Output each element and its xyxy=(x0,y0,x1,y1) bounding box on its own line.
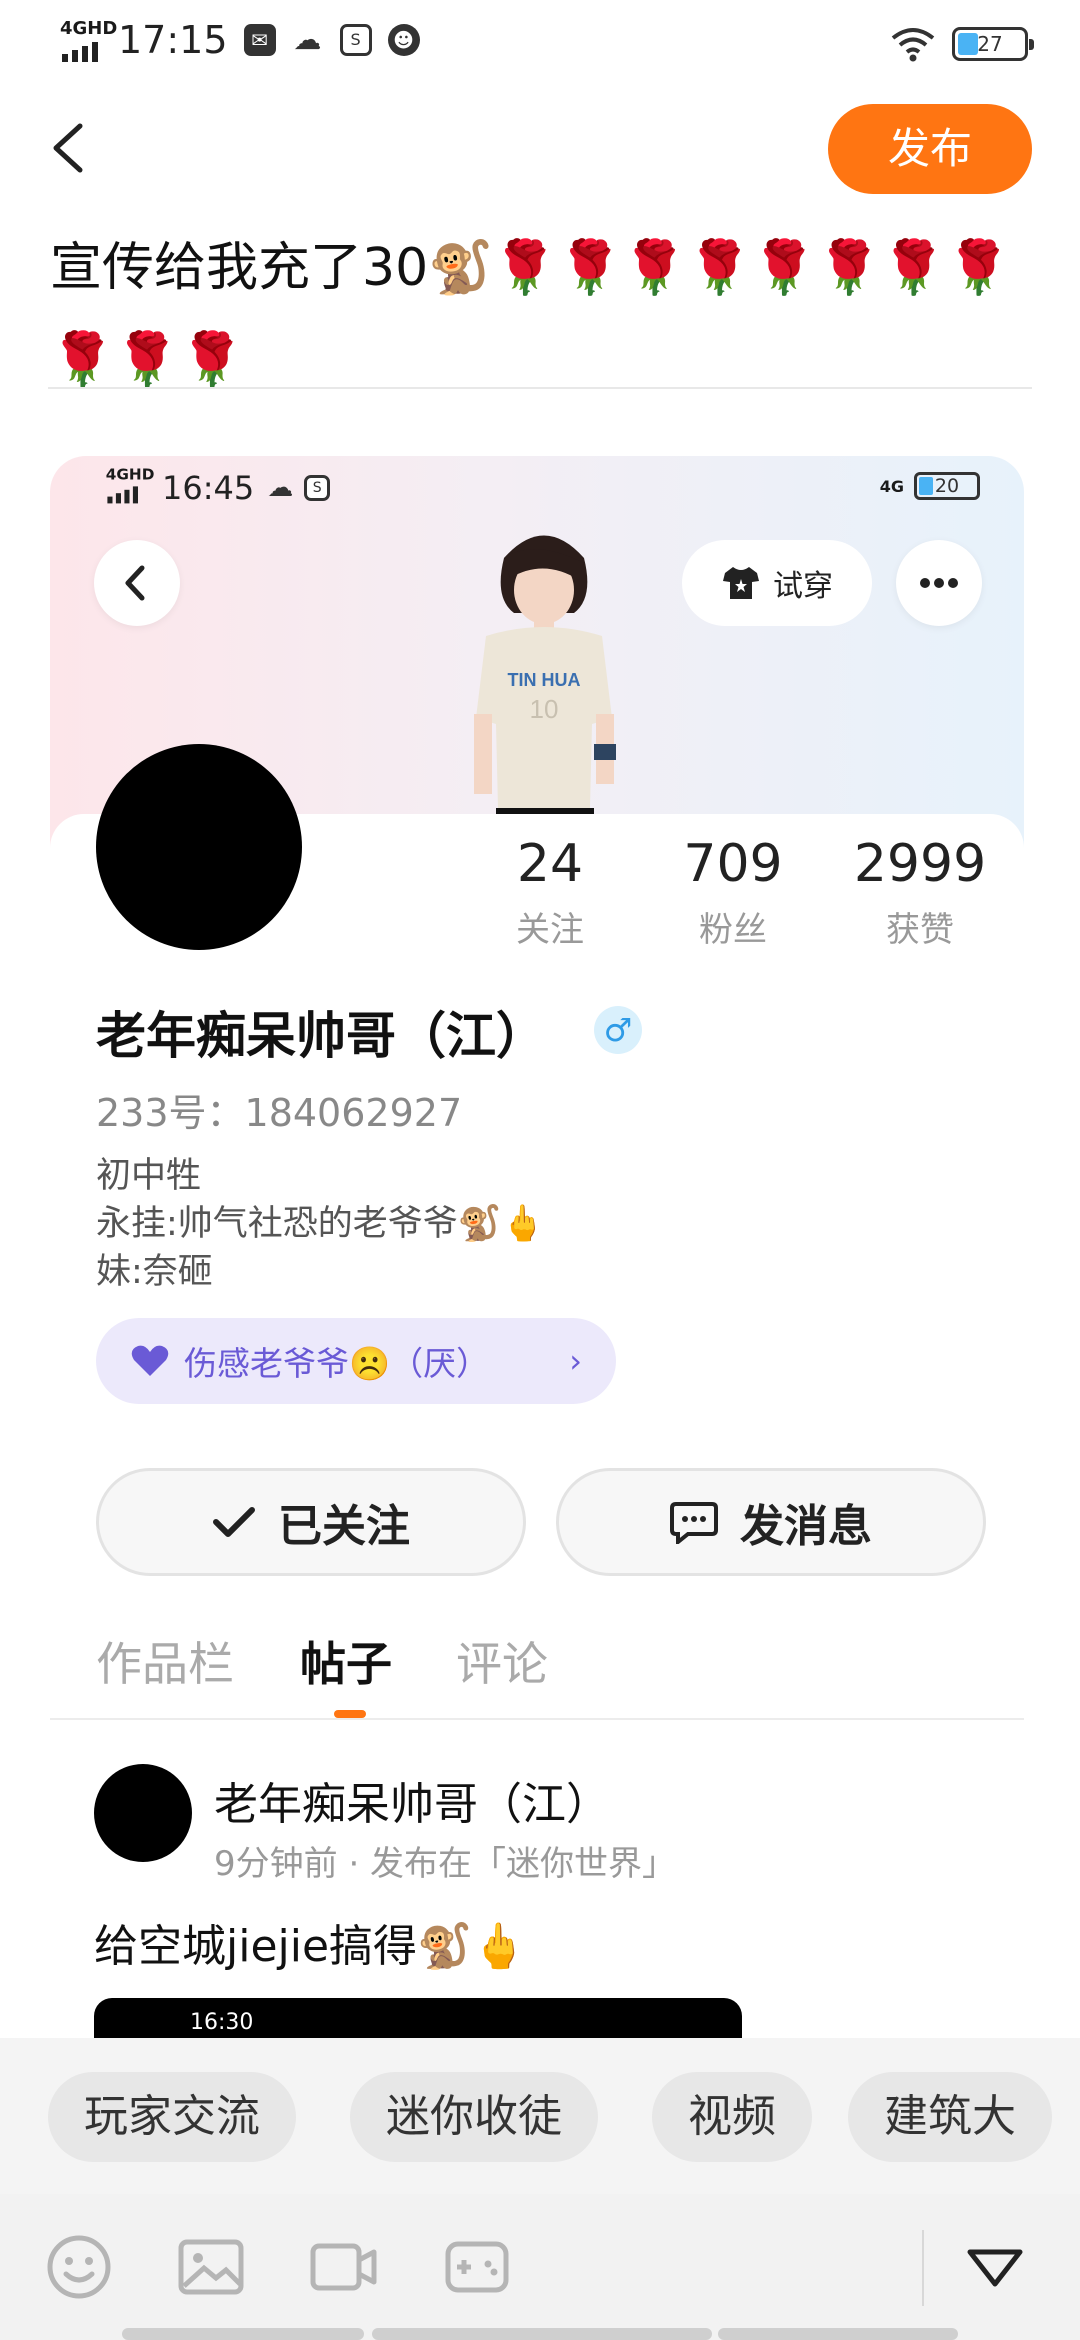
bio-line: 永挂:帅气社恐的老爷爷🐒🖕 xyxy=(96,1204,545,1244)
post-text[interactable]: 宣传给我充了30🐒🌹🌹🌹🌹🌹🌹🌹🌹🌹🌹🌹 xyxy=(50,222,1030,406)
stat-value: 2999 xyxy=(853,834,987,894)
svg-text:TIN HUA: TIN HUA xyxy=(508,670,581,690)
divider xyxy=(50,1718,1024,1720)
stat-label: 粉丝 xyxy=(699,910,767,950)
toolbar-separator xyxy=(922,2230,924,2306)
profile-avatar[interactable] xyxy=(96,744,302,950)
publish-button[interactable]: 发布 xyxy=(828,104,1032,194)
post-meta: 9分钟前 · 发布在「迷你世界」 xyxy=(214,1844,677,1884)
message-icon: ✉ xyxy=(243,24,276,56)
nav-indicator xyxy=(122,2328,364,2340)
inner-status-time: 16:45 xyxy=(162,469,255,507)
emoji-icon[interactable] xyxy=(44,2234,114,2300)
topic-chip[interactable]: 视频 xyxy=(652,2072,812,2162)
profile-tabs: 作品栏 帖子 评论 xyxy=(96,1628,996,1708)
profile-id: 233号：184062927 xyxy=(96,1091,463,1135)
tab-comments[interactable]: 评论 xyxy=(456,1628,548,1694)
stat-value: 709 xyxy=(683,834,783,894)
collapse-icon[interactable] xyxy=(960,2234,1030,2300)
battery-level: 27 xyxy=(977,32,1003,56)
stat-value: 24 xyxy=(516,834,584,894)
chevron-left-icon xyxy=(125,565,145,601)
robot-icon: ☻ xyxy=(387,24,420,56)
male-icon: ♂ xyxy=(594,1006,642,1054)
inner-cellular-icon: 4GHD xyxy=(104,466,154,504)
try-on-label: 试穿 xyxy=(773,569,833,604)
inner-status-bar: 4GHD 16:45 ☁ S xyxy=(104,466,331,510)
wifi-icon xyxy=(891,28,935,62)
stat-label: 关注 xyxy=(516,910,584,950)
heart-icon xyxy=(131,1345,169,1376)
topic-chip[interactable]: 建筑大 xyxy=(848,2072,1052,2162)
chevron-left-icon[interactable] xyxy=(44,118,94,178)
followed-label: 已关注 xyxy=(278,1501,410,1552)
video-icon[interactable] xyxy=(308,2234,378,2300)
topic-bar: 玩家交流 迷你收徒 视频 建筑大 xyxy=(0,2038,1080,2194)
inner-battery-icon: 20 xyxy=(914,472,980,500)
send-message-button[interactable]: 发消息 xyxy=(556,1468,986,1576)
nav-indicator xyxy=(718,2328,958,2340)
more-icon xyxy=(920,578,958,588)
chevron-right-icon: › xyxy=(569,1342,582,1380)
screenshot-icon: S xyxy=(304,475,331,501)
network-type: 4GHD xyxy=(60,18,118,39)
battery-icon: 27 xyxy=(952,27,1034,61)
tshirt-icon xyxy=(723,567,759,599)
tag-label: 伤感老爷爷☹️（厌） xyxy=(184,1344,490,1383)
stat-following[interactable]: 24 关注 xyxy=(470,834,630,951)
bio-line: 妹:奈砸 xyxy=(96,1252,213,1292)
tab-posts[interactable]: 帖子 xyxy=(300,1628,392,1694)
inner-back-button[interactable] xyxy=(94,540,180,626)
status-time: 17:15 xyxy=(118,18,228,62)
post-author-avatar[interactable] xyxy=(94,1764,192,1862)
profile-tag-chip[interactable]: 伤感老爷爷☹️（厌） › xyxy=(96,1318,616,1404)
check-icon xyxy=(213,1507,255,1537)
post-author-name[interactable]: 老年痴呆帅哥（江） xyxy=(214,1768,610,1832)
inner-status-right: 4G 20 xyxy=(880,472,980,500)
cellular-signal-icon: 4GHD xyxy=(58,18,117,62)
screenshot-icon: S xyxy=(339,24,372,56)
profile-bio: 初中牲 永挂:帅气社恐的老爷爷🐒🖕 妹:奈砸 xyxy=(96,1152,545,1296)
try-on-button[interactable]: 试穿 xyxy=(682,540,872,626)
tab-works[interactable]: 作品栏 xyxy=(96,1628,234,1694)
active-tab-indicator xyxy=(334,1710,366,1718)
stat-likes[interactable]: 2999 获赞 xyxy=(820,834,1020,951)
image-icon[interactable] xyxy=(176,2234,246,2300)
gamepad-icon[interactable] xyxy=(442,2234,512,2300)
post-image-thumbnail[interactable]: 16:30 xyxy=(94,1998,742,2038)
send-message-label: 发消息 xyxy=(740,1501,872,1552)
wechat-icon: ☁ xyxy=(267,473,294,503)
thumbnail-time: 16:30 xyxy=(190,2010,254,2035)
profile-name: 老年痴呆帅哥（江） xyxy=(96,1007,546,1065)
stat-label: 获赞 xyxy=(886,910,954,950)
status-bar: 4GHD 17:15 ✉ ☁ S ☻ 27 xyxy=(0,0,1080,84)
svg-text:10: 10 xyxy=(530,694,559,724)
inner-signal-label: 4G xyxy=(879,476,904,496)
wechat-icon: ☁ xyxy=(291,23,324,56)
chat-bubble-icon xyxy=(670,1502,718,1544)
more-options-button[interactable] xyxy=(896,540,982,626)
composer-toolbar xyxy=(0,2194,1080,2340)
topic-chip[interactable]: 迷你收徒 xyxy=(350,2072,598,2162)
divider xyxy=(48,387,1032,389)
nav-indicator xyxy=(372,2328,712,2340)
followed-button[interactable]: 已关注 xyxy=(96,1468,526,1576)
topic-chip[interactable]: 玩家交流 xyxy=(48,2072,296,2162)
stat-followers[interactable]: 709 粉丝 xyxy=(628,834,838,951)
bio-line: 初中牲 xyxy=(96,1156,202,1196)
post-content[interactable]: 给空城jiejie搞得🐒🖕 xyxy=(94,1910,527,1974)
